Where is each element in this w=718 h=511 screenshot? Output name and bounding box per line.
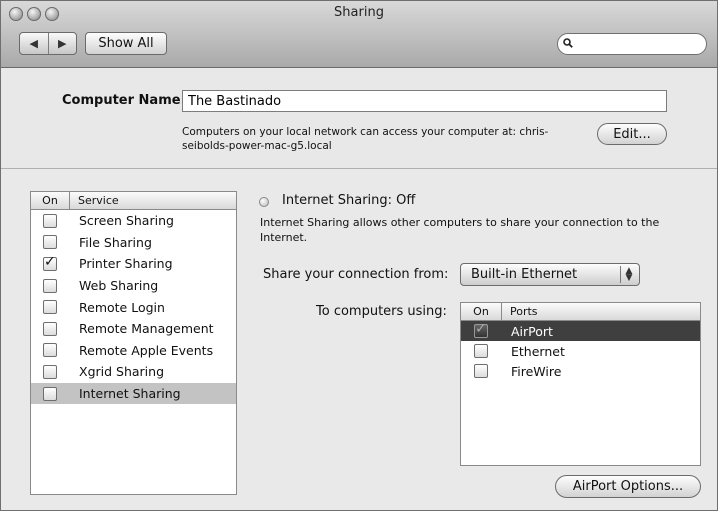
checkbox-cell [461, 344, 501, 358]
enable-checkbox[interactable] [43, 278, 57, 293]
computer-name-note-line2: seibolds-power-mac-g5.local [182, 140, 332, 152]
column-header-service[interactable]: Service [70, 192, 119, 209]
enable-checkbox[interactable] [474, 364, 488, 378]
service-rows: Screen Sharing File Sharing Printer Sharin… [31, 210, 236, 405]
checkbox-cell [461, 321, 501, 338]
checkbox-cell [31, 254, 69, 271]
popup-arrows-icon: ▲ ▼ [620, 266, 637, 283]
computer-name-note: Computers on your local network can acce… [182, 125, 587, 153]
enable-checkbox[interactable] [474, 344, 488, 358]
service-row[interactable]: Internet Sharing [31, 382, 236, 405]
column-header-on[interactable]: On [31, 192, 70, 209]
service-row[interactable]: File Sharing [31, 232, 236, 254]
status-indicator-icon [259, 197, 269, 207]
enable-checkbox[interactable] [43, 235, 57, 250]
share-from-popup[interactable]: Built-in Ethernet ▲ ▼ [460, 263, 640, 286]
service-row-label: Remote Apple Events [79, 342, 214, 358]
checkbox-cell [31, 321, 69, 336]
computer-name-note-line1: Computers on your local network can acce… [182, 126, 549, 138]
service-row[interactable]: Remote Login [31, 296, 236, 318]
service-row-label: Screen Sharing [79, 213, 174, 229]
service-row-label: Web Sharing [79, 278, 159, 294]
forward-arrow-icon: ▶ [58, 37, 67, 50]
status-title: Internet Sharing: Off [282, 193, 416, 208]
service-row-label: File Sharing [79, 234, 152, 250]
column-header-ports-on[interactable]: On [461, 303, 502, 320]
checkbox-cell [31, 213, 69, 228]
show-all-button[interactable]: Show All [85, 32, 167, 55]
search-icon [563, 38, 573, 48]
airport-options-button[interactable]: AirPort Options... [555, 475, 701, 498]
port-row[interactable]: Ethernet [461, 341, 700, 361]
window-title: Sharing [334, 5, 384, 20]
back-button[interactable]: ◀ [20, 33, 48, 54]
enable-checkbox[interactable] [43, 386, 57, 401]
checkbox-cell [31, 235, 69, 250]
enable-checkbox[interactable] [43, 254, 57, 271]
enable-checkbox[interactable] [43, 213, 57, 228]
service-row[interactable]: Printer Sharing [31, 253, 236, 275]
port-row-label: Ethernet [511, 343, 565, 359]
port-row[interactable]: AirPort [461, 321, 700, 341]
back-arrow-icon: ◀ [29, 37, 38, 50]
checkbox-cell [31, 278, 69, 293]
ports-list: On Ports AirPort Ethernet FireWire [460, 302, 701, 466]
share-from-label: Share your connection from: [263, 267, 449, 282]
service-list: On Service Screen Sharing File Sharing Pri… [30, 191, 237, 495]
checkbox-cell [31, 386, 69, 401]
computer-name-section [1, 68, 717, 169]
share-from-value: Built-in Ethernet [471, 267, 578, 282]
column-header-ports[interactable]: Ports [502, 303, 538, 320]
service-row[interactable]: Remote Apple Events [31, 340, 236, 362]
back-forward-control: ◀ ▶ [19, 32, 77, 55]
edit-button[interactable]: Edit... [597, 123, 667, 145]
service-row[interactable]: Screen Sharing [31, 210, 236, 232]
checkbox-cell [31, 364, 69, 379]
port-rows: AirPort Ethernet FireWire [461, 321, 700, 381]
service-row-label: Internet Sharing [79, 386, 181, 402]
service-row-label: Printer Sharing [79, 256, 173, 272]
ports-list-header: On Ports [461, 303, 700, 321]
sharing-window: Sharing ◀ ▶ Show All Computer Name: Comp… [0, 0, 718, 511]
forward-button[interactable]: ▶ [47, 33, 77, 54]
enable-checkbox[interactable] [43, 300, 57, 315]
service-row-label: Xgrid Sharing [79, 364, 165, 380]
service-row[interactable]: Remote Management [31, 318, 236, 340]
checkbox-cell [461, 364, 501, 378]
checkbox-cell [31, 343, 69, 358]
port-row-label: FireWire [511, 363, 562, 379]
service-row[interactable]: Xgrid Sharing [31, 361, 236, 383]
checkbox-cell [31, 300, 69, 315]
enable-checkbox[interactable] [43, 343, 57, 358]
search-input[interactable] [576, 36, 702, 54]
service-list-header: On Service [31, 192, 236, 210]
status-description: Internet Sharing allows other computers … [260, 216, 660, 244]
service-row-label: Remote Management [79, 321, 214, 337]
port-row[interactable]: FireWire [461, 361, 700, 381]
computer-name-field[interactable] [182, 90, 667, 112]
to-computers-label: To computers using: [316, 304, 447, 319]
toolbar: Sharing ◀ ▶ Show All [1, 1, 717, 68]
search-field[interactable] [557, 33, 707, 55]
enable-checkbox[interactable] [43, 321, 57, 336]
service-row-label: Remote Login [79, 299, 165, 315]
port-row-label: AirPort [511, 323, 553, 339]
service-row[interactable]: Web Sharing [31, 275, 236, 297]
enable-checkbox[interactable] [474, 321, 488, 338]
enable-checkbox[interactable] [43, 364, 57, 379]
computer-name-label: Computer Name: [62, 93, 186, 108]
